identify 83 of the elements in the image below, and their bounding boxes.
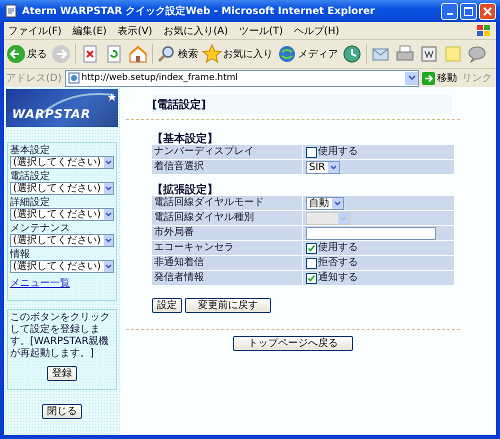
menu-label: 情報 [10, 249, 31, 260]
caret-icon [338, 212, 349, 224]
menu-label: メンテナンス [10, 223, 71, 234]
menu-select[interactable]: (選択してください) [10, 208, 114, 221]
checkbox[interactable] [306, 146, 317, 158]
menu-label: 電話設定 [10, 171, 51, 182]
favorites-button[interactable]: お気に入り [202, 44, 273, 64]
close-button[interactable] [479, 2, 496, 20]
history-button[interactable] [342, 44, 362, 64]
maximize-button[interactable] [460, 2, 477, 20]
go-arrow-icon [422, 72, 435, 84]
windows-logo-icon [476, 24, 492, 38]
edit-button[interactable] [419, 44, 439, 64]
menu-item[interactable]: ファイル(F) [8, 24, 62, 38]
checkbox[interactable] [306, 258, 317, 268]
menu-label: 詳細設定 [10, 197, 51, 208]
section-heading: 【拡張設定】 [152, 183, 219, 196]
caret-icon [104, 183, 113, 194]
minimize-button[interactable] [441, 2, 458, 20]
caret-icon [104, 209, 113, 220]
clock-icon [342, 44, 362, 64]
setting-label: 発信者情報 [152, 271, 302, 285]
setting-label: 電話回線ダイヤル種別 [152, 211, 302, 225]
speech-bubble-icon [467, 44, 487, 64]
note-icon [443, 44, 463, 64]
note-text: このボタンをクリックして設定を登録します。[WARPSTAR親機が再起動します。] [10, 312, 111, 360]
setting-label: 非通知着信 [152, 256, 302, 270]
menu-label: 基本設定 [10, 145, 51, 156]
input-field[interactable] [306, 226, 436, 240]
address-label: アドレス(D) [6, 72, 62, 85]
dropdown[interactable]: SIR [306, 160, 340, 174]
checkbox-label: 使用する [318, 146, 358, 158]
caret-icon [104, 261, 113, 272]
document-icon [4, 4, 18, 18]
caret-icon [104, 157, 113, 168]
globe-icon [277, 44, 297, 64]
section-heading: 【基本設定】 [152, 132, 219, 145]
menu-item[interactable]: お気に入り(A) [163, 24, 228, 38]
back-button[interactable]: 戻る [6, 44, 47, 64]
checkbox-label: 拒否する [318, 257, 358, 269]
window-title: Aterm WARPSTAR クイック設定Web - Microsoft Internet Explorer [22, 4, 376, 18]
minimize-icon [446, 13, 452, 15]
form-button[interactable]: 設定 [152, 298, 182, 313]
address-field[interactable]: http://web.setup/index_frame.html [64, 70, 419, 86]
messenger-button[interactable] [467, 44, 487, 64]
register-button[interactable]: 登録 [47, 366, 77, 381]
menu-item[interactable]: 編集(E) [72, 24, 107, 38]
page-title: [電話設定] [152, 95, 452, 114]
search-button[interactable]: 検索 [157, 44, 198, 64]
menu-select[interactable]: (選択してください) [10, 156, 114, 169]
media-button[interactable]: メディア [277, 44, 338, 64]
caret-icon [332, 198, 343, 208]
page-icon [68, 72, 80, 84]
go-button[interactable]: 移動 [422, 71, 457, 85]
checkbox[interactable] [306, 242, 317, 254]
document-icon [419, 44, 439, 64]
caret-icon [328, 162, 340, 172]
menu-select[interactable]: (選択してください) [10, 234, 114, 247]
setting-label: 電話回線ダイヤルモード [152, 196, 302, 210]
menu-item[interactable]: ツール(T) [239, 24, 283, 38]
maximize-icon [464, 6, 473, 16]
caret-icon [104, 235, 113, 246]
menu-item[interactable]: ヘルプ(H) [294, 24, 340, 38]
setting-label: 着信音選択 [152, 160, 302, 174]
dropdown[interactable]: 自動 [306, 196, 344, 210]
setting-label: ナンバーディスプレイ [152, 145, 302, 159]
checkbox-label: 使用する [318, 242, 358, 254]
setting-label: エコーキャンセラ [152, 241, 302, 255]
menu-item[interactable]: 表示(V) [118, 24, 152, 38]
setting-label: 市外局番 [152, 226, 302, 240]
top-page-button[interactable]: トップページへ戻る [233, 336, 353, 351]
menu-list-link[interactable]: メニュー一覧 [10, 276, 114, 290]
form-button[interactable]: 変更前に戻す [185, 298, 271, 313]
home-icon [128, 44, 148, 64]
close-icon [483, 6, 492, 16]
warpstar-logo: WARPSTAR [6, 89, 118, 127]
home-button[interactable] [128, 44, 148, 64]
star-icon [202, 44, 222, 64]
checkbox[interactable] [306, 272, 317, 284]
menu-select[interactable]: (選択してください) [10, 182, 114, 195]
close-page-button[interactable]: 閉じる [42, 404, 82, 419]
checkbox-label: 通知する [318, 272, 358, 284]
menu-select[interactable]: (選択してください) [10, 260, 114, 273]
